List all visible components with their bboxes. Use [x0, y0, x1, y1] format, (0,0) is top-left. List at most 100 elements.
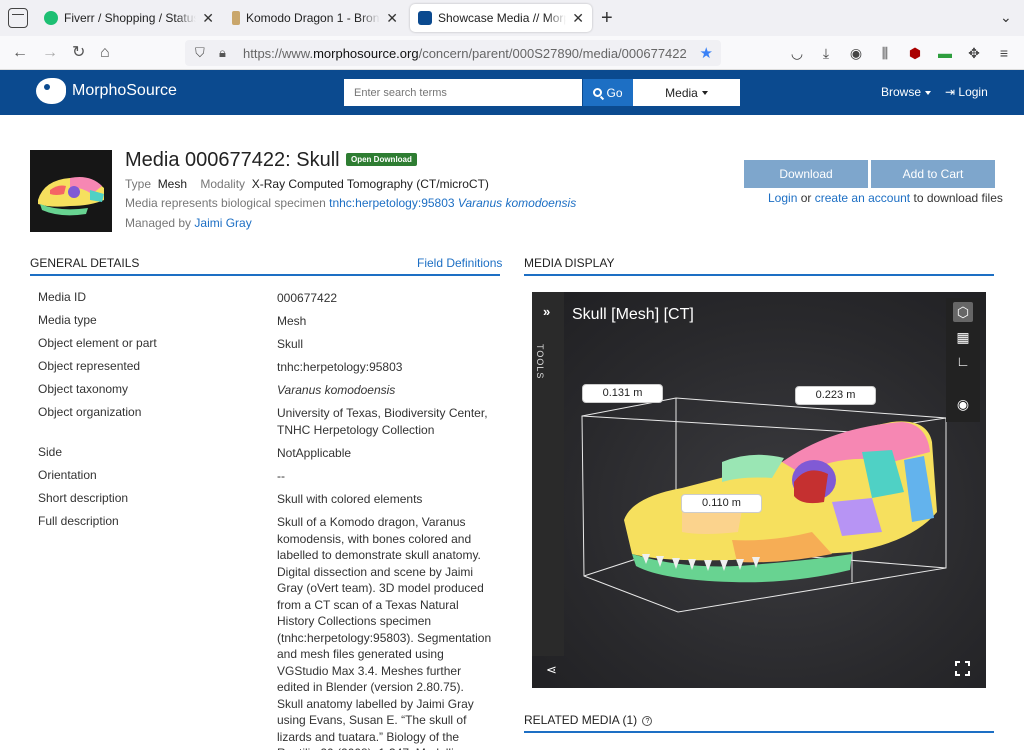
reload-icon[interactable]: ↻ [72, 43, 85, 63]
search-input[interactable] [344, 79, 582, 106]
caret-down-icon [701, 90, 708, 95]
media-display-heading: MEDIA DISPLAY [524, 256, 994, 276]
account-icon[interactable]: ◉ [847, 44, 865, 62]
close-tab-icon[interactable]: ✕ [386, 10, 398, 27]
new-tab-icon[interactable]: + [601, 8, 613, 28]
row-value-media-id: 000677422 [277, 291, 338, 305]
login-link[interactable]: ⇥ Login [945, 85, 988, 99]
search-go-button[interactable]: Go [583, 79, 633, 106]
row-label-media-id: Media ID [38, 290, 87, 304]
back-arrow-icon[interactable]: ← [12, 43, 28, 63]
3d-viewer[interactable]: » TOOLS ⋖ Skull [Mesh] [CT] ⬡ ▦ ∟ ◉ 0.13… [532, 292, 986, 688]
manager-link[interactable]: Jaimi Gray [194, 216, 251, 230]
shield-icon: ⛉ [195, 45, 205, 60]
row-value-object-taxonomy: Varanus komodoensis [277, 383, 396, 397]
row-label-object-element: Object element or part [38, 336, 157, 350]
row-value-side: NotApplicable [277, 446, 352, 460]
search-icon [593, 88, 603, 97]
row-label-object-represented: Object represented [38, 359, 141, 373]
morphosource-favicon-icon [418, 11, 432, 25]
forward-arrow-icon[interactable]: → [42, 43, 58, 63]
create-account-link[interactable]: create an account [815, 191, 910, 205]
close-tab-icon[interactable]: ✕ [572, 10, 584, 27]
row-value-orientation: -- [277, 469, 285, 483]
page-title: Media 000677422: Skull [125, 149, 340, 171]
url-host: morphosource.org [313, 45, 419, 61]
media-thumbnail[interactable] [30, 150, 112, 232]
login-icon: ⇥ [945, 85, 956, 99]
row-label-object-taxonomy: Object taxonomy [38, 382, 129, 396]
fullscreen-icon[interactable] [955, 661, 970, 676]
site-logo[interactable]: MorphoSource [36, 78, 177, 104]
puzzle-icon[interactable]: ✥ [965, 44, 983, 62]
viewer-title: Skull [Mesh] [CT] [572, 306, 694, 323]
pocket-icon[interactable]: ◡ [788, 44, 806, 62]
grid-icon[interactable]: ▦ [953, 327, 973, 347]
row-value-object-represented[interactable]: tnhc:herpetology:95803 [277, 359, 497, 376]
morphosource-logo-icon [36, 78, 66, 104]
row-label-short-description: Short description [38, 491, 129, 505]
row-value-media-type: Mesh [277, 314, 307, 328]
tools-label: TOOLS [535, 344, 545, 380]
expand-tools-icon[interactable]: » [543, 304, 550, 319]
chevron-down-icon[interactable]: ⌄ [1000, 9, 1012, 26]
cube-icon[interactable]: ⬡ [953, 302, 973, 322]
row-value-full-description: Skull of a Komodo dragon, Varanus komode… [277, 515, 492, 750]
browser-tab-morphosource[interactable]: Showcase Media // MorphoSource ✕ [410, 4, 592, 32]
ublock-icon[interactable]: ⬢ [906, 44, 924, 62]
download-icon[interactable]: ⤓ [817, 44, 835, 62]
open-download-badge: Open Download [346, 153, 417, 166]
browser-tab-fiverr[interactable]: Fiverr / Shopping / Status ✕ [36, 4, 222, 32]
specimen-link[interactable]: tnhc:herpetology:95803 [329, 196, 454, 210]
login-note-link[interactable]: Login [768, 191, 797, 205]
site-header: MorphoSource Go Media Browse ⇥ Login [0, 70, 1024, 115]
search-scope-select[interactable]: Media [633, 79, 740, 106]
row-value-object-organization[interactable]: University of Texas, Biodiversity Center… [277, 405, 489, 438]
library-icon[interactable]: ⫼ [876, 44, 894, 62]
browser-tab-komodo[interactable]: Komodo Dragon 1 - Bronze ✕ [224, 4, 406, 32]
measurement-label: 0.110 m [681, 494, 762, 513]
skull-thumbnail-image [30, 150, 112, 232]
measurement-label: 0.131 m [582, 384, 663, 403]
share-icon[interactable]: ⋖ [546, 662, 557, 678]
tab-list-icon[interactable] [8, 8, 28, 28]
media-type-line: Type Mesh Modality X-Ray Computed Tomogr… [125, 177, 489, 191]
url-path: /concern/parent/000S27890/media/00067742… [418, 45, 687, 61]
bookmark-star-icon[interactable]: ★ [700, 44, 713, 62]
row-value-object-element: Skull [277, 337, 304, 351]
url-bar[interactable]: ⛉ 🔒︎ https://www. morphosource.org/concer… [185, 40, 721, 66]
browse-menu[interactable]: Browse [881, 85, 932, 99]
related-media-heading: RELATED MEDIA (1) ? [524, 713, 994, 733]
help-icon[interactable]: ? [642, 716, 653, 726]
tools-panel[interactable]: » TOOLS [532, 292, 564, 656]
download-button[interactable]: Download [744, 160, 868, 188]
login-note: Login or create an account to download f… [768, 191, 1003, 205]
managed-by-line: Managed by Jaimi Gray [125, 216, 252, 230]
add-to-cart-button[interactable]: Add to Cart [871, 160, 995, 188]
row-label-object-organization: Object organization [38, 405, 142, 419]
lock-icon: 🔒︎ [219, 45, 226, 60]
taxon-link[interactable]: Varanus komodoensis [458, 196, 576, 210]
row-label-side: Side [38, 445, 63, 459]
skull-mesh [624, 421, 937, 583]
row-label-media-type: Media type [38, 313, 97, 327]
url-prefix: https://www. [243, 45, 314, 61]
extension-icon[interactable]: ▬ [936, 44, 954, 62]
row-value-short-description: Skull with colored elements [277, 492, 423, 506]
browser-nav-bar: ← → ↻ ⌂ ⛉ 🔒︎ https://www. morphosource.or… [0, 36, 1024, 70]
home-icon[interactable]: ⌂ [100, 43, 110, 63]
menu-icon[interactable]: ≡ [995, 44, 1013, 62]
row-label-full-description: Full description [38, 514, 119, 528]
specimen-line: Media represents biological specimen tnh… [125, 196, 577, 210]
axes-icon[interactable]: ∟ [953, 351, 973, 371]
skull-3d-model[interactable] [532, 292, 986, 688]
field-definitions-link[interactable]: Field Definitions [417, 256, 502, 270]
viewer-side-toolbar: ⬡ ▦ ∟ ◉ [946, 298, 980, 422]
fiverr-favicon-icon [44, 11, 58, 25]
row-label-orientation: Orientation [38, 468, 97, 482]
komodo-favicon-icon [232, 11, 240, 25]
eye-icon[interactable]: ◉ [953, 394, 973, 414]
close-tab-icon[interactable]: ✕ [202, 10, 214, 27]
caret-down-icon [925, 90, 932, 95]
browser-tab-bar: Fiverr / Shopping / Status ✕ Komodo Drag… [0, 0, 1024, 36]
